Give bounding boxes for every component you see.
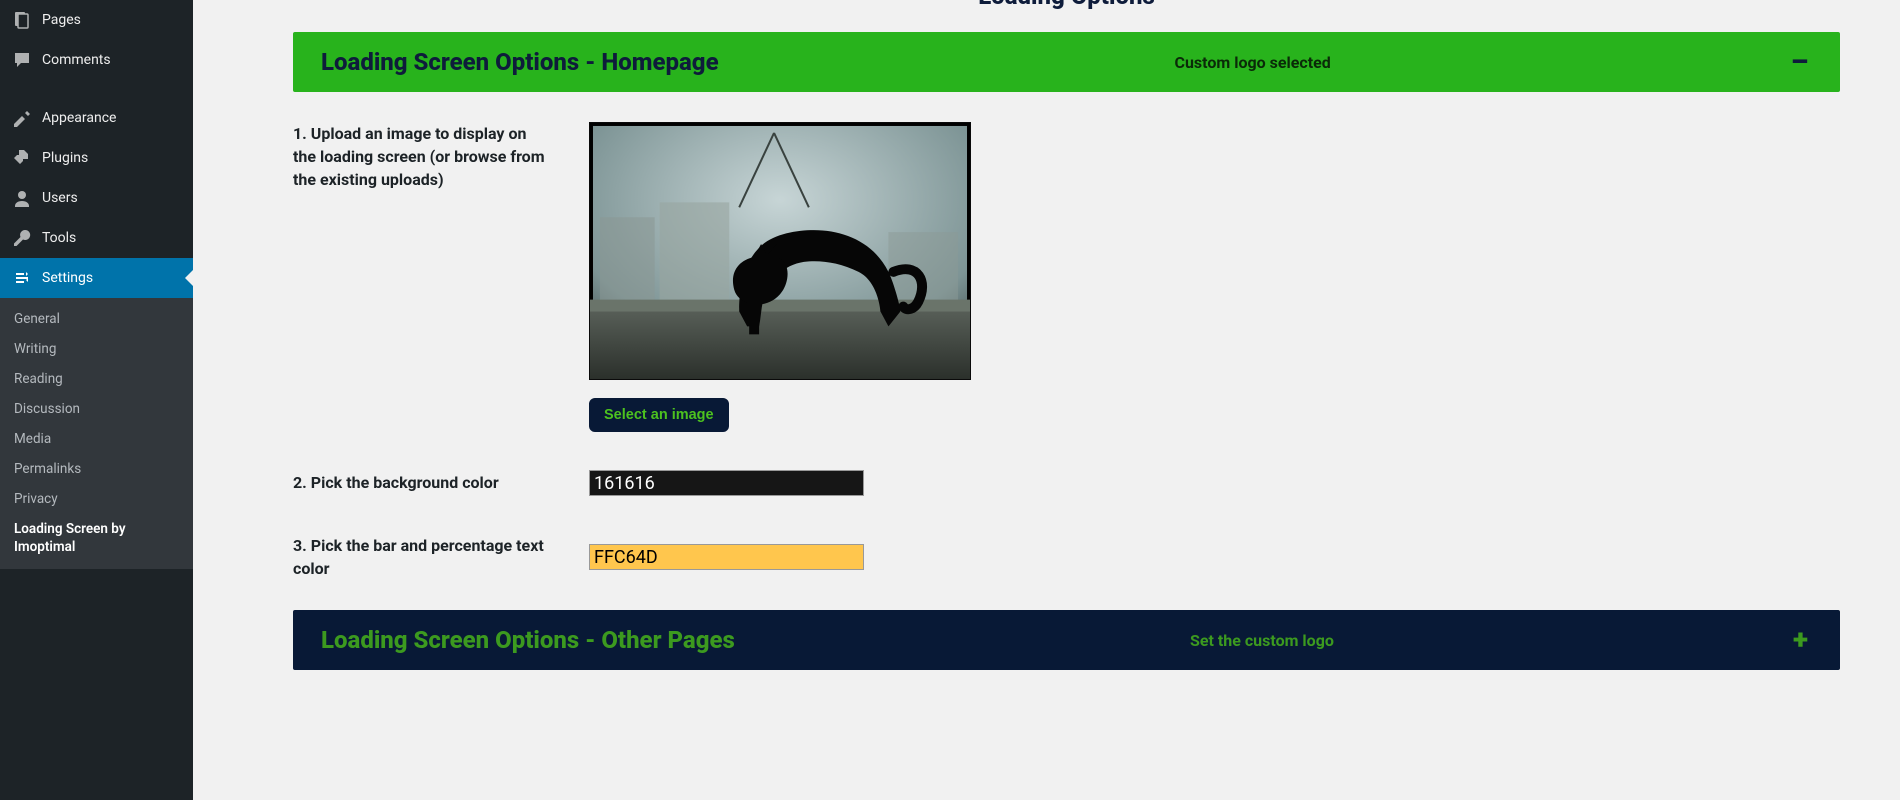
sidebar-item-label: Pages (42, 12, 181, 28)
panel-homepage-status: Custom logo selected (719, 53, 1787, 72)
appearance-icon (12, 108, 32, 128)
panel-homepage-body: 1. Upload an image to display on the loa… (293, 92, 1840, 580)
panel-other-title: Loading Screen Options - Other Pages (321, 626, 735, 654)
users-icon (12, 188, 32, 208)
subnav-discussion[interactable]: Discussion (0, 394, 193, 424)
settings-icon (12, 268, 32, 288)
collapse-icon[interactable]: – (1787, 48, 1812, 76)
subnav-permalinks[interactable]: Permalinks (0, 454, 193, 484)
sidebar-item-label: Settings (42, 270, 181, 286)
subnav-reading[interactable]: Reading (0, 364, 193, 394)
tools-icon (12, 228, 32, 248)
page-title: Loading Options (293, 0, 1840, 10)
sidebar-plugins[interactable]: Plugins (0, 138, 193, 178)
subnav-loading-screen[interactable]: Loading Screen by Imoptimal (0, 514, 193, 563)
field-bar-label: 3. Pick the bar and percentage text colo… (293, 534, 549, 580)
image-preview (589, 122, 971, 380)
panel-other-pages: Loading Screen Options - Other Pages Set… (293, 610, 1840, 670)
panel-other-status: Set the custom logo (735, 631, 1789, 650)
subnav-general[interactable]: General (0, 304, 193, 334)
sidebar-appearance[interactable]: Appearance (0, 98, 193, 138)
select-image-button[interactable]: Select an image (589, 398, 729, 432)
field-bg-label: 2. Pick the background color (293, 471, 549, 494)
settings-submenu: General Writing Reading Discussion Media… (0, 298, 193, 569)
field-bg-color: 2. Pick the background color (293, 470, 1840, 496)
comments-icon (12, 50, 32, 70)
wp-admin-sidebar: Pages Comments Appearance Plugins (0, 0, 193, 800)
subnav-writing[interactable]: Writing (0, 334, 193, 364)
pages-icon (12, 10, 32, 30)
field-bar-color: 3. Pick the bar and percentage text colo… (293, 534, 1840, 580)
subnav-privacy[interactable]: Privacy (0, 484, 193, 514)
sidebar-pages[interactable]: Pages (0, 0, 193, 40)
sidebar-settings[interactable]: Settings (0, 258, 193, 298)
plugins-icon (12, 148, 32, 168)
sidebar-item-label: Appearance (42, 110, 181, 126)
panel-other-header[interactable]: Loading Screen Options - Other Pages Set… (293, 610, 1840, 670)
sidebar-item-label: Comments (42, 52, 181, 68)
main-content: Loading Options Loading Screen Options -… (193, 0, 1900, 800)
sidebar-tools[interactable]: Tools (0, 218, 193, 258)
expand-icon[interactable]: + (1789, 626, 1812, 654)
field-upload-label: 1. Upload an image to display on the loa… (293, 122, 549, 192)
field-upload-image: 1. Upload an image to display on the loa… (293, 122, 1840, 432)
panel-homepage-header[interactable]: Loading Screen Options - Homepage Custom… (293, 32, 1840, 92)
panel-homepage-title: Loading Screen Options - Homepage (321, 48, 719, 76)
bg-color-input[interactable] (589, 470, 864, 496)
bar-color-input[interactable] (589, 544, 864, 570)
sidebar-users[interactable]: Users (0, 178, 193, 218)
sidebar-comments[interactable]: Comments (0, 40, 193, 80)
sidebar-item-label: Plugins (42, 150, 181, 166)
subnav-media[interactable]: Media (0, 424, 193, 454)
sidebar-item-label: Tools (42, 230, 181, 246)
sidebar-item-label: Users (42, 190, 181, 206)
panel-homepage: Loading Screen Options - Homepage Custom… (293, 32, 1840, 580)
